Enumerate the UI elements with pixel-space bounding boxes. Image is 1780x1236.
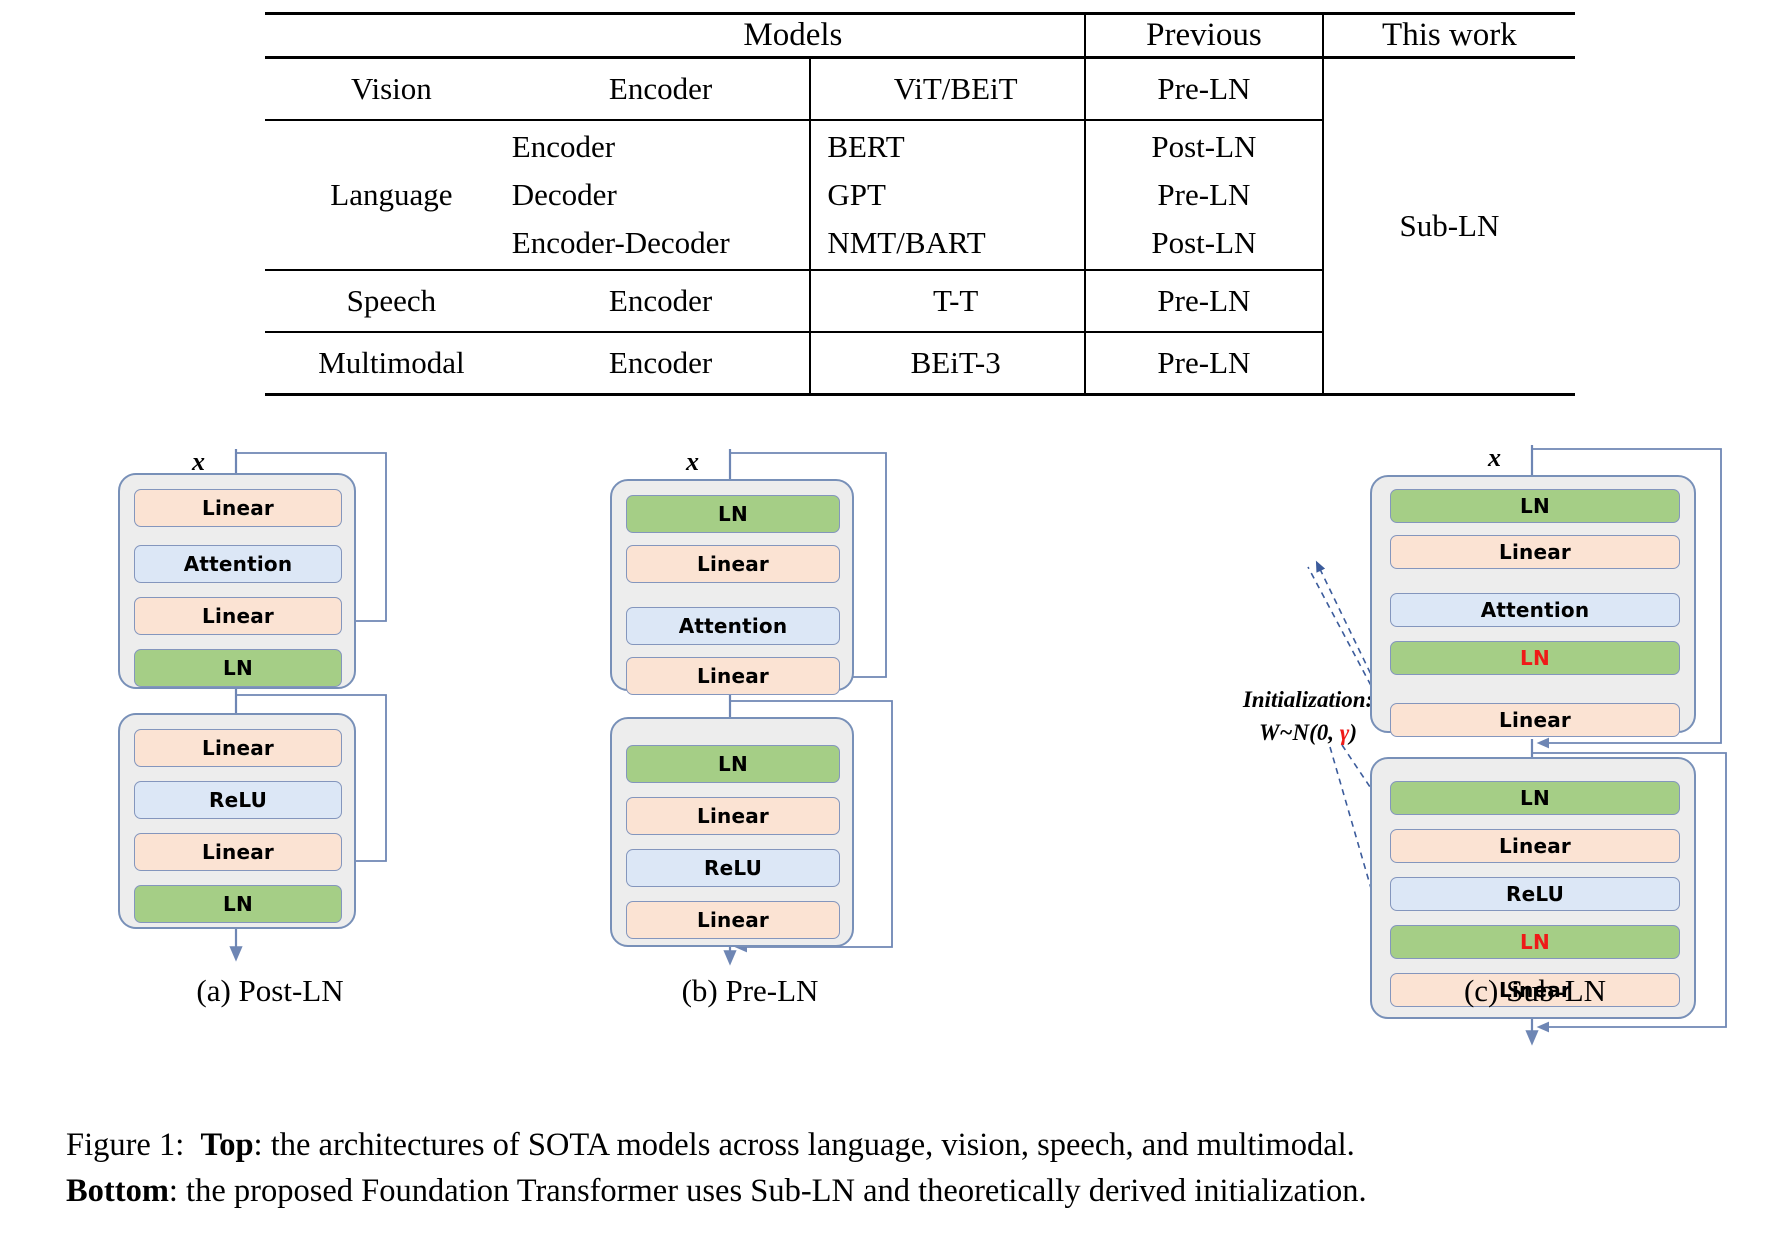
node-relu-c[interactable]: ReLU [1390, 877, 1680, 911]
ffn-block-b: LN Linear ReLU Linear [610, 717, 854, 947]
table-body: Vision Encoder ViT/BEiT Pre-LN Sub-LN La… [265, 57, 1575, 395]
architecture-decoder: Decoder [511, 177, 617, 213]
node-linear-a1[interactable]: Linear [134, 489, 342, 527]
node-relu-a[interactable]: ReLU [134, 781, 342, 819]
node-ln-a1[interactable]: LN [134, 649, 342, 687]
node-ln-b1[interactable]: LN [626, 495, 840, 533]
architectures-table: Models Previous This work Vision Encoder… [265, 12, 1575, 396]
previous-decoder: Pre-LN [1157, 177, 1251, 213]
cell-model-vision: ViT/BEiT [809, 57, 1086, 120]
node-linear-b1[interactable]: Linear [626, 545, 840, 583]
node-attention-c[interactable]: Attention [1390, 593, 1680, 627]
caption-bottom-text: : the proposed Foundation Transformer us… [168, 1173, 1367, 1210]
cell-category-vision: Vision [350, 71, 432, 106]
cell-category-language: Language [330, 177, 453, 212]
node-linear-b2[interactable]: Linear [626, 657, 840, 695]
node-relu-b[interactable]: ReLU [626, 849, 840, 887]
cell-architecture-vision: Encoder [608, 71, 713, 106]
cell-model-language: BERT GPT NMT/BART [809, 120, 1086, 270]
node-attention-b[interactable]: Attention [626, 607, 840, 645]
header-previous: Previous [1084, 13, 1323, 58]
cell-model-speech: T-T [809, 270, 1086, 332]
node-ln-a2[interactable]: LN [134, 885, 342, 923]
table-row-vision: Vision Encoder ViT/BEiT Pre-LN Sub-LN [265, 57, 1575, 395]
figure-diagrams-area: x Linear Attention Linear LN Linear ReLU… [0, 443, 1780, 1075]
model-list-language: BERT GPT NMT/BART [827, 123, 1084, 267]
model-nmt-bart: NMT/BART [827, 225, 986, 261]
attention-block-a: Linear Attention Linear LN [118, 473, 356, 689]
node-ln-c4-highlight[interactable]: LN [1390, 925, 1680, 959]
node-linear-a2[interactable]: Linear [134, 597, 342, 635]
caption-top-text: : the architectures of SOTA models acros… [253, 1127, 1355, 1163]
attention-block-b: LN Linear Attention Linear [610, 479, 854, 695]
architectures-table-container: Models Previous This work Vision Encoder… [265, 12, 1575, 396]
cell-previous-multimodal: Pre-LN [1084, 332, 1323, 395]
subcaption-a: (a) Post-LN [196, 973, 344, 1008]
architecture-list-language: Encoder Decoder Encoder-Decoder [512, 123, 810, 267]
cell-previous-vision: Pre-LN [1084, 57, 1323, 120]
node-ln-c1[interactable]: LN [1390, 489, 1680, 523]
caption-figure-number: Figure 1: [66, 1127, 185, 1163]
architecture-encoder-decoder: Encoder-Decoder [511, 225, 730, 261]
cell-previous-speech: Pre-LN [1084, 270, 1323, 332]
architecture-encoder: Encoder [511, 129, 616, 165]
model-bert: BERT [827, 129, 905, 165]
cell-category-multimodal: Multimodal [318, 345, 465, 380]
ffn-block-a: Linear ReLU Linear LN [118, 713, 356, 929]
cell-category-speech: Speech [346, 283, 437, 318]
attention-block-c: LN Linear Attention LN Linear [1370, 475, 1696, 737]
node-linear-c1[interactable]: Linear [1390, 535, 1680, 569]
model-gpt: GPT [827, 177, 886, 213]
diagram-post-ln: x Linear Attention Linear LN Linear ReLU… [100, 447, 440, 1075]
node-ln-c2-highlight[interactable]: LN [1390, 641, 1680, 675]
subcaption-c: (c) Sub-LN [1463, 973, 1607, 1008]
previous-list-language: Post-LN Pre-LN Post-LN [1086, 123, 1322, 267]
diagram-sub-ln: x Initialization: W~N(0, γ) LN Linear At… [1190, 443, 1750, 1075]
cell-previous-language: Post-LN Pre-LN Post-LN [1084, 120, 1323, 270]
node-ln-c3[interactable]: LN [1390, 781, 1680, 815]
cell-architecture-multimodal: Encoder [608, 345, 713, 380]
node-linear-a4[interactable]: Linear [134, 833, 342, 871]
previous-encoder-decoder: Post-LN [1151, 225, 1257, 261]
node-ln-b2[interactable]: LN [626, 745, 840, 783]
caption-top-label: Top [200, 1127, 254, 1163]
node-linear-b3[interactable]: Linear [626, 797, 840, 835]
figure-caption: Figure 1: Top: the architectures of SOTA… [66, 1122, 1731, 1214]
cell-architecture-language: Encoder Decoder Encoder-Decoder [502, 120, 811, 270]
header-models: Models [743, 17, 843, 53]
node-linear-c3[interactable]: Linear [1390, 829, 1680, 863]
caption-bottom-label: Bottom [66, 1173, 169, 1210]
header-category [265, 14, 502, 58]
header-this-work: This work [1321, 13, 1575, 58]
node-linear-b4[interactable]: Linear [626, 901, 840, 939]
previous-encoder: Post-LN [1151, 129, 1257, 165]
table-head: Models Previous This work [265, 13, 1575, 58]
cell-model-multimodal: BEiT-3 [809, 332, 1086, 395]
diagram-pre-ln: x LN Linear Attention Linear LN Linear R… [590, 447, 950, 1075]
subcaption-b: (b) Pre-LN [681, 973, 819, 1008]
node-linear-a3[interactable]: Linear [134, 729, 342, 767]
table-header-row: Models Previous This work [265, 13, 1575, 58]
node-attention-a[interactable]: Attention [134, 545, 342, 583]
node-linear-c2[interactable]: Linear [1390, 703, 1680, 737]
cell-architecture-speech: Encoder [608, 283, 713, 318]
cell-this-work-sub-ln: Sub-LN [1321, 57, 1575, 395]
